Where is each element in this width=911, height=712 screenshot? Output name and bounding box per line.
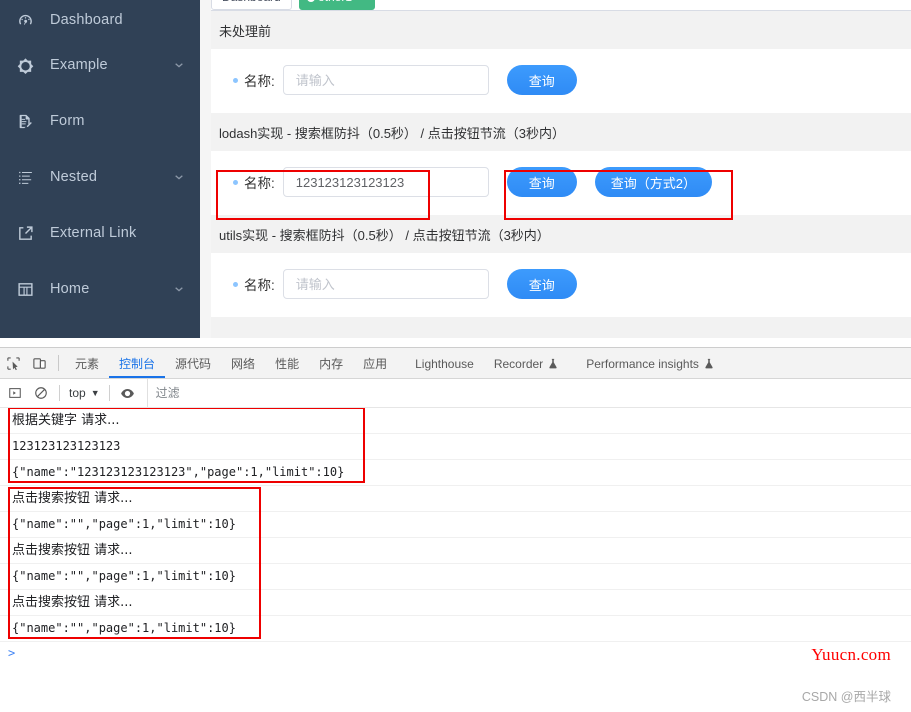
query-method2-button[interactable]: 查询（方式2） bbox=[595, 167, 712, 197]
flask-icon bbox=[548, 350, 558, 380]
main-content: 未处理前 名称: 查询 lodash实现 - 搜索框防抖（0.5秒） / 点击按… bbox=[211, 11, 911, 338]
sidebar-gutter bbox=[200, 0, 211, 338]
query-button[interactable]: 查询 bbox=[507, 167, 577, 197]
sidebar-item-label: Home bbox=[50, 281, 89, 297]
tab-other1[interactable]: other1 ✕ bbox=[299, 0, 375, 10]
name-input[interactable] bbox=[283, 167, 489, 197]
name-label: 名称: bbox=[244, 70, 275, 90]
devtools-tab-lighthouse[interactable]: Lighthouse bbox=[405, 349, 484, 378]
chevron-down-icon: ▼ bbox=[91, 388, 100, 398]
required-dot-icon bbox=[233, 282, 238, 287]
tab-dashboard[interactable]: Dashboard bbox=[211, 0, 292, 10]
sidebar-item-table[interactable]: Table bbox=[0, 317, 200, 338]
clear-console-icon[interactable] bbox=[28, 380, 54, 406]
devtools-tab-recorder[interactable]: Recorder bbox=[484, 349, 568, 378]
console-line: 123123123123123 bbox=[0, 434, 911, 460]
devtools-tab-label: Performance insights bbox=[586, 357, 699, 371]
section-title-1: 未处理前 bbox=[211, 11, 911, 49]
name-input[interactable] bbox=[283, 269, 489, 299]
table-icon bbox=[12, 335, 38, 338]
toolbar-divider bbox=[109, 385, 110, 401]
section-title-2: lodash实现 - 搜索框防抖（0.5秒） / 点击按钮节流（3秒内） bbox=[211, 113, 911, 151]
devtools-tab-sources[interactable]: 源代码 bbox=[165, 349, 221, 378]
toolbar-divider bbox=[58, 355, 59, 371]
devtools-tab-network[interactable]: 网络 bbox=[221, 349, 265, 378]
toolbar-divider bbox=[59, 385, 60, 401]
inspect-element-icon[interactable] bbox=[0, 350, 26, 376]
screenshot-root: Dashboard Example bbox=[0, 0, 911, 712]
tab-active-dot-icon bbox=[307, 0, 315, 2]
name-input[interactable] bbox=[283, 65, 489, 95]
name-label: 名称: bbox=[244, 274, 275, 294]
console-line: {"name":"","page":1,"limit":10} bbox=[0, 564, 911, 590]
chevron-down-icon bbox=[174, 60, 184, 70]
watermark-secondary: CSDN @西半球 bbox=[802, 686, 891, 705]
sidebar-item-external-link[interactable]: External Link bbox=[0, 205, 200, 261]
devtools-panel: 元素 控制台 源代码 网络 性能 内存 应用 Lighthouse Record… bbox=[0, 347, 911, 712]
console-line: 点击搜索按钮 请求... bbox=[0, 486, 911, 512]
example-icon bbox=[12, 55, 38, 75]
sidebar-item-label: Example bbox=[50, 57, 108, 73]
tab-label: other1 bbox=[318, 0, 352, 4]
chevron-down-icon bbox=[174, 284, 184, 294]
devtools-tab-console[interactable]: 控制台 bbox=[109, 349, 165, 378]
console-line: {"name":"","page":1,"limit":10} bbox=[0, 512, 911, 538]
nested-icon bbox=[12, 167, 38, 187]
close-icon[interactable]: ✕ bbox=[359, 0, 368, 4]
home-icon bbox=[12, 279, 38, 299]
console-filter-input[interactable] bbox=[148, 385, 418, 401]
prompt-caret-icon: > bbox=[8, 646, 15, 660]
dashboard-icon bbox=[12, 10, 38, 30]
external-link-icon bbox=[12, 223, 38, 243]
devtools-tab-elements[interactable]: 元素 bbox=[65, 349, 109, 378]
tab-label: Dashboard bbox=[222, 0, 281, 4]
required-dot-icon bbox=[233, 180, 238, 185]
query-button[interactable]: 查询 bbox=[507, 65, 577, 95]
chevron-down-icon bbox=[174, 172, 184, 182]
devtools-tab-label: Recorder bbox=[494, 357, 543, 371]
live-expression-eye-icon[interactable] bbox=[115, 380, 141, 406]
console-toolbar: top ▼ bbox=[0, 379, 911, 408]
console-line: 根据关键字 请求... bbox=[0, 408, 911, 434]
form-icon bbox=[12, 111, 38, 131]
console-line: 点击搜索按钮 请求... bbox=[0, 538, 911, 564]
sidebar-item-label: External Link bbox=[50, 225, 136, 241]
section-title-3: utils实现 - 搜索框防抖（0.5秒） / 点击按钮节流（3秒内） bbox=[211, 215, 911, 253]
form-row-2: 名称: 查询 查询（方式2） bbox=[211, 167, 911, 197]
console-line: {"name":"123123123123123","page":1,"limi… bbox=[0, 460, 911, 486]
browser-page-area: Dashboard Example bbox=[0, 0, 911, 347]
sidebar-item-label: Table bbox=[50, 337, 86, 338]
form-panel-1: 名称: 查询 bbox=[211, 49, 911, 113]
sidebar-item-example[interactable]: Example bbox=[0, 37, 200, 93]
devtools-tab-application[interactable]: 应用 bbox=[353, 349, 397, 378]
flask-icon bbox=[704, 350, 714, 380]
console-line: {"name":"","page":1,"limit":10} bbox=[0, 616, 911, 642]
sidebar-item-form[interactable]: Form bbox=[0, 93, 200, 149]
devtools-tab-performance[interactable]: 性能 bbox=[265, 349, 309, 378]
console-prompt[interactable]: > bbox=[0, 642, 911, 664]
query-button[interactable]: 查询 bbox=[507, 269, 577, 299]
devtools-tab-performance-insights[interactable]: Performance insights bbox=[576, 349, 724, 378]
sidebar: Dashboard Example bbox=[0, 0, 200, 338]
console-sidebar-toggle-icon[interactable] bbox=[2, 380, 28, 406]
sidebar-item-label: Dashboard bbox=[50, 12, 123, 28]
required-dot-icon bbox=[233, 78, 238, 83]
sidebar-item-label: Nested bbox=[50, 169, 97, 185]
console-log-area: 根据关键字 请求... 123123123123123 {"name":"123… bbox=[0, 408, 911, 712]
form-panel-3: 名称: 查询 bbox=[211, 253, 911, 317]
context-label: top bbox=[69, 386, 86, 400]
context-selector[interactable]: top ▼ bbox=[65, 386, 104, 400]
console-line: 点击搜索按钮 请求... bbox=[0, 590, 911, 616]
form-panel-2: 名称: 查询 查询（方式2） bbox=[211, 151, 911, 215]
sidebar-item-label: Form bbox=[50, 113, 85, 129]
name-label: 名称: bbox=[244, 172, 275, 192]
form-row-1: 名称: 查询 bbox=[211, 65, 911, 95]
devtools-tab-memory[interactable]: 内存 bbox=[309, 349, 353, 378]
sidebar-item-home[interactable]: Home bbox=[0, 261, 200, 317]
sidebar-item-nested[interactable]: Nested bbox=[0, 149, 200, 205]
form-row-3: 名称: 查询 bbox=[211, 269, 911, 299]
device-toolbar-icon[interactable] bbox=[26, 350, 52, 376]
devtools-tabbar: 元素 控制台 源代码 网络 性能 内存 应用 Lighthouse Record… bbox=[0, 348, 911, 379]
watermark-primary: Yuucn.com bbox=[811, 645, 891, 665]
